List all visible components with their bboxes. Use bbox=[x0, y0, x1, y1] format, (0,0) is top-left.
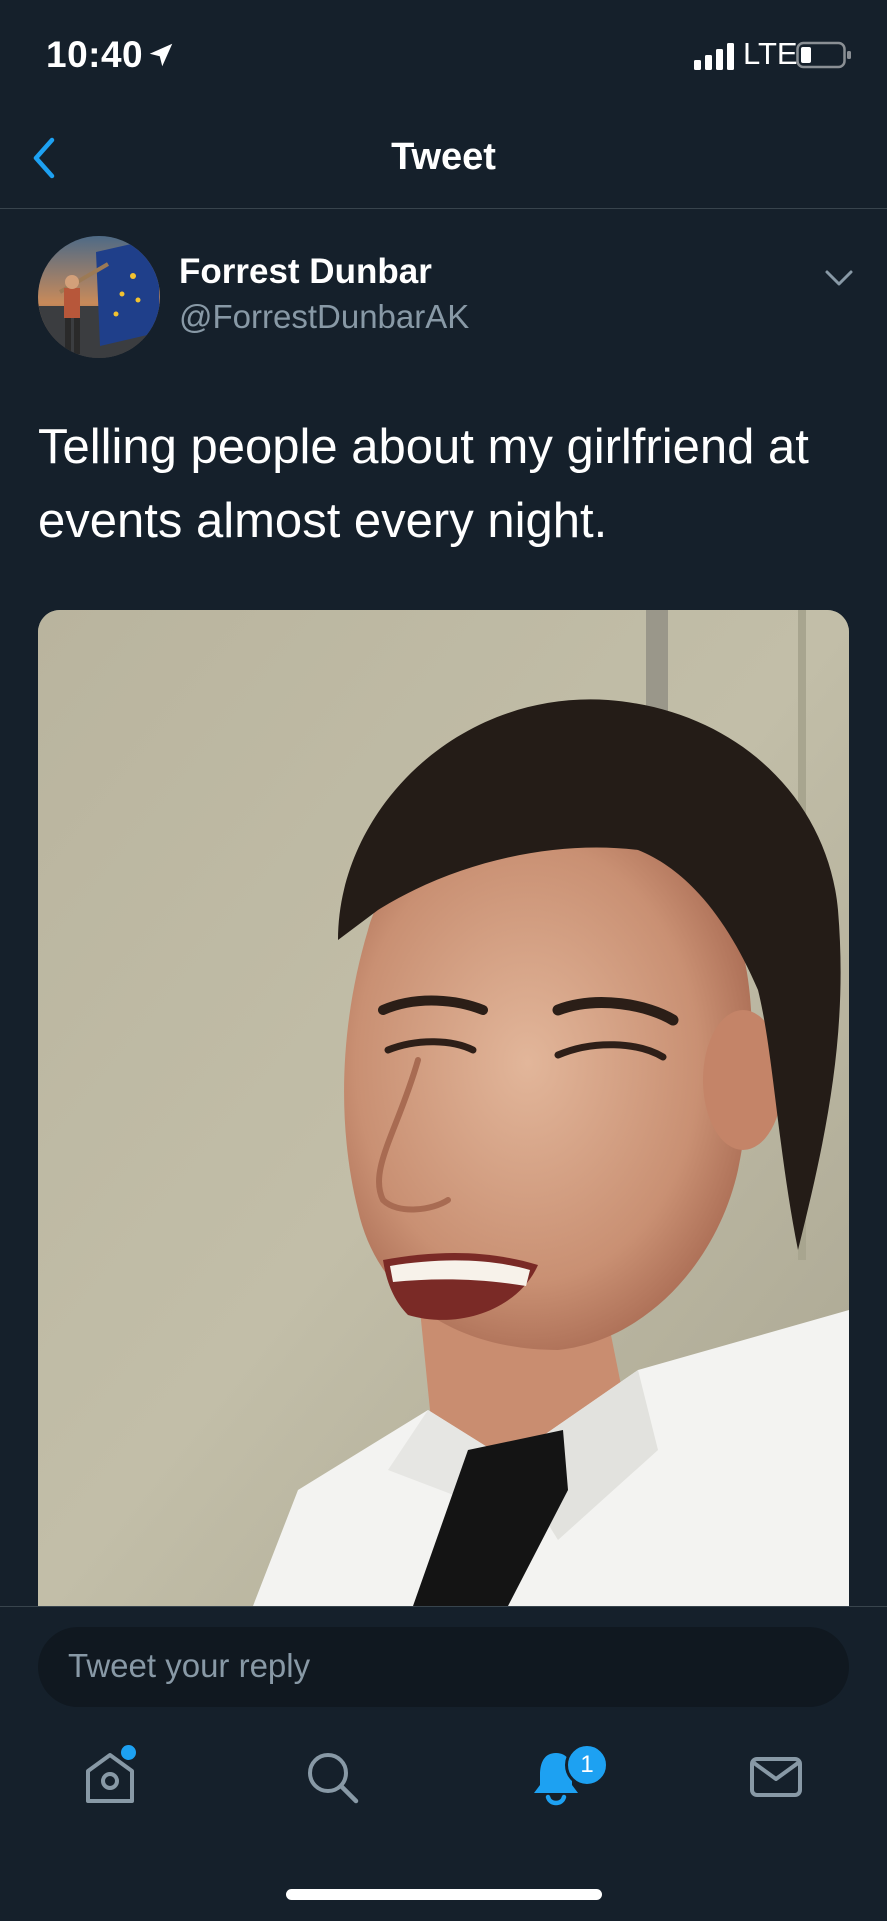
reply-input[interactable]: Tweet your reply bbox=[38, 1627, 849, 1707]
tweet-photo[interactable] bbox=[38, 610, 849, 1606]
nav-bar: Tweet bbox=[0, 110, 887, 209]
avatar[interactable] bbox=[38, 236, 160, 358]
battery-icon bbox=[796, 41, 851, 69]
author-handle[interactable]: @ForrestDunbarAK bbox=[179, 298, 469, 336]
signal-icon bbox=[694, 43, 734, 70]
location-arrow-icon bbox=[149, 43, 173, 67]
status-bar: 10:40 LTE bbox=[0, 0, 887, 110]
home-indicator bbox=[286, 1889, 602, 1900]
tweet-header: Forrest Dunbar @ForrestDunbarAK bbox=[0, 236, 887, 360]
author-name[interactable]: Forrest Dunbar bbox=[179, 252, 432, 292]
mail-icon[interactable] bbox=[746, 1747, 806, 1807]
reply-placeholder: Tweet your reply bbox=[68, 1647, 311, 1684]
search-icon[interactable] bbox=[302, 1747, 362, 1807]
status-time: 10:40 bbox=[46, 34, 144, 75]
home-new-dot bbox=[121, 1745, 136, 1760]
reply-area: Tweet your reply 1 bbox=[0, 1606, 887, 1921]
tweet-text: Telling people about my girlfriend at ev… bbox=[38, 420, 809, 548]
network-type: LTE bbox=[743, 36, 798, 71]
avatar-image bbox=[38, 236, 160, 358]
notification-badge: 1 bbox=[565, 1743, 609, 1787]
page-title: Tweet bbox=[391, 136, 496, 178]
chevron-down-icon[interactable] bbox=[822, 266, 856, 290]
photo-image bbox=[38, 610, 849, 1606]
